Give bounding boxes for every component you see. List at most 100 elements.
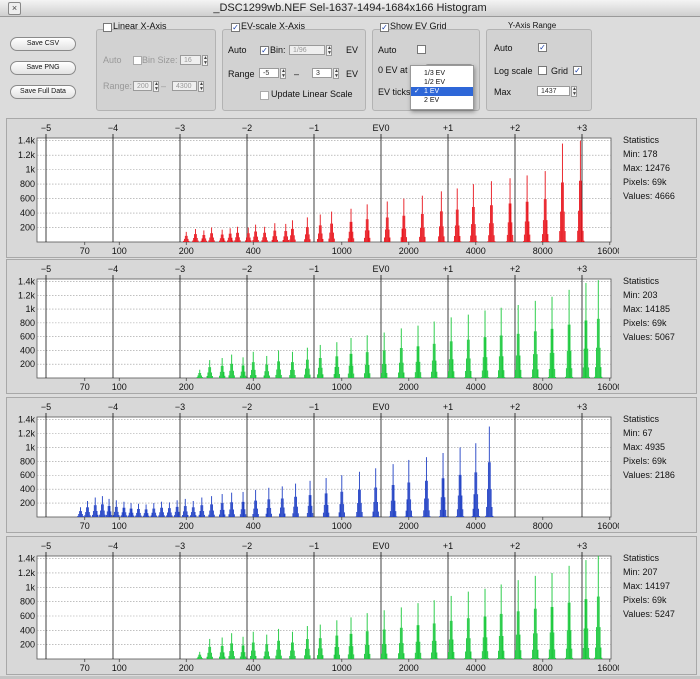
- ev-ticks-label: EV ticks: [378, 87, 411, 97]
- x-tick-label: 2000: [399, 663, 419, 673]
- stats-block-green: Statistics Min: 203 Max: 14185 Pixels: 6…: [623, 274, 675, 344]
- linear-bin-size-field[interactable]: 16: [180, 55, 201, 65]
- x-tick-label: 4000: [466, 663, 486, 673]
- stats-values: Values: 2186: [623, 470, 675, 480]
- x-tick-label: 4000: [466, 521, 486, 531]
- update-linear-label: Update Linear Scale: [271, 89, 353, 99]
- stats-max: Max: 4935: [623, 442, 666, 452]
- ev-tick-label: −3: [175, 123, 185, 133]
- ev-tick-label: −3: [175, 264, 185, 274]
- ev-ticks-dropdown-menu: 1/3 EV 1/2 EV ✓ 1 EV 2 EV: [410, 65, 474, 110]
- ev-range-label: Range: [228, 69, 255, 79]
- y-auto-checkbox[interactable]: ✓: [538, 43, 547, 52]
- ev-tick-label: +3: [577, 264, 587, 274]
- ev-tick-label: −4: [108, 541, 118, 551]
- ev-range-min-field[interactable]: -5: [259, 68, 279, 78]
- ev-axis-checkbox[interactable]: ✓: [231, 23, 240, 32]
- stats-max: Max: 12476: [623, 163, 671, 173]
- ev-bin-field[interactable]: 1/96: [289, 45, 325, 55]
- x-tick-label: 70: [80, 246, 90, 256]
- stats-pixels: Pixels: 69k: [623, 456, 667, 466]
- ev-ticks-option-selected[interactable]: ✓ 1 EV: [411, 87, 473, 96]
- zero-ev-label: 0 EV at: [378, 65, 408, 75]
- ev-ticks-option[interactable]: 2 EV: [411, 96, 473, 105]
- y-tick-label: 1.4k: [18, 415, 36, 425]
- y-tick-label: 1.2k: [18, 290, 36, 300]
- y-tick-label: 400: [20, 484, 35, 494]
- y-tick-label: 600: [20, 332, 35, 342]
- update-linear-checkbox[interactable]: [260, 91, 269, 100]
- ev-tick-label: −5: [41, 264, 51, 274]
- y-tick-label: 1k: [25, 304, 35, 314]
- y-tick-label: 1k: [25, 582, 35, 592]
- log-scale-checkbox[interactable]: [538, 66, 547, 75]
- histogram-chart-luminance: 200 400 600 800 1k 1.2k 1.4k −5 −4 −3 −2 −1 EV0 +1 +2 +…: [18, 541, 619, 673]
- ev-bin-checkbox[interactable]: ✓: [260, 46, 269, 55]
- linear-range-min-field[interactable]: 200: [133, 81, 152, 91]
- linear-range-max-stepper[interactable]: ▲ ▼: [198, 81, 204, 92]
- histogram-panel-blue: 200 400 600 800 1k 1.2k 1.4k −5 −4 −3 −2 −1 EV0 +1 +2 +…: [6, 397, 697, 533]
- ev-range-max-stepper[interactable]: ▲ ▼: [333, 68, 339, 79]
- linear-range-max-field[interactable]: 4300: [172, 81, 197, 91]
- stats-values: Values: 4666: [623, 191, 675, 201]
- ev-bin-stepper[interactable]: ▲ ▼: [326, 45, 332, 56]
- y-max-field[interactable]: 1437: [537, 86, 570, 96]
- ev-bin-label: Bin:: [270, 45, 286, 55]
- y-tick-label: 200: [20, 359, 35, 369]
- ev-grid-auto-label: Auto: [378, 45, 397, 55]
- stats-block-luminance: Statistics Min: 207 Max: 14197 Pixels: 6…: [623, 551, 675, 621]
- linear-axis-checkbox[interactable]: [103, 23, 112, 32]
- linear-range-label: Range:: [103, 81, 133, 91]
- save-csv-button[interactable]: Save CSV: [10, 37, 76, 51]
- ev-tick-label: +3: [577, 541, 587, 551]
- ev-tick-label: −2: [242, 402, 252, 412]
- linear-range-min-stepper[interactable]: ▲ ▼: [153, 81, 159, 92]
- grid-checkbox[interactable]: ✓: [573, 66, 582, 75]
- stats-min: Min: 178: [623, 149, 658, 159]
- ev-tick-label: +1: [443, 123, 453, 133]
- stats-block-blue: Statistics Min: 67 Max: 4935 Pixels: 69k…: [623, 412, 675, 482]
- x-tick-label: 1000: [332, 382, 352, 392]
- x-tick-label: 8000: [533, 246, 553, 256]
- show-ev-grid-checkbox[interactable]: ✓: [380, 23, 389, 32]
- ev-ticks-option[interactable]: 1/3 EV: [411, 69, 473, 78]
- y-tick-label: 800: [20, 179, 35, 189]
- window-title: _DSC1299wb.NEF Sel-1637-1494-1684x166 Hi…: [213, 2, 487, 14]
- ev-tick-label: +3: [577, 402, 587, 412]
- ev-grid-auto-checkbox[interactable]: [417, 45, 426, 54]
- ev-range-max-field[interactable]: 3: [312, 68, 332, 78]
- stats-pixels: Pixels: 69k: [623, 177, 667, 187]
- x-tick-label: 100: [112, 382, 127, 392]
- y-tick-label: 200: [20, 498, 35, 508]
- ev-tick-label: EV0: [372, 123, 389, 133]
- linear-bin-size-stepper[interactable]: ▲ ▼: [202, 55, 208, 66]
- ev-tick-label: −2: [242, 123, 252, 133]
- ev-tick-label: −1: [309, 541, 319, 551]
- save-png-button[interactable]: Save PNG: [10, 61, 76, 75]
- ev-tick-label: +2: [510, 541, 520, 551]
- y-tick-label: 200: [20, 223, 35, 233]
- ev-tick-label: −4: [108, 402, 118, 412]
- y-tick-label: 800: [20, 597, 35, 607]
- x-tick-label: 4000: [466, 382, 486, 392]
- plot-area: [36, 416, 612, 518]
- y-tick-label: 600: [20, 611, 35, 621]
- x-tick-label: 400: [246, 246, 261, 256]
- save-full-data-button[interactable]: Save Full Data: [10, 85, 76, 99]
- x-tick-label: 70: [80, 663, 90, 673]
- ev-tick-label: +3: [577, 123, 587, 133]
- ev-tick-label: EV0: [372, 264, 389, 274]
- ev-bin-unit: EV: [346, 45, 359, 55]
- x-tick-label: 100: [112, 246, 127, 256]
- ev-ticks-option[interactable]: 1/2 EV: [411, 78, 473, 87]
- x-tick-label: 16000: [597, 382, 619, 392]
- ev-range-min-stepper[interactable]: ▲ ▼: [280, 68, 286, 79]
- y-max-stepper[interactable]: ▲ ▼: [571, 86, 577, 97]
- x-tick-label: 8000: [533, 521, 553, 531]
- ev-tick-label: −5: [41, 541, 51, 551]
- stats-values: Values: 5247: [623, 609, 675, 619]
- linear-bin-checkbox[interactable]: [133, 56, 142, 65]
- close-window-button[interactable]: ×: [8, 2, 21, 15]
- y-tick-label: 1k: [25, 442, 35, 452]
- stats-min: Min: 67: [623, 428, 653, 438]
